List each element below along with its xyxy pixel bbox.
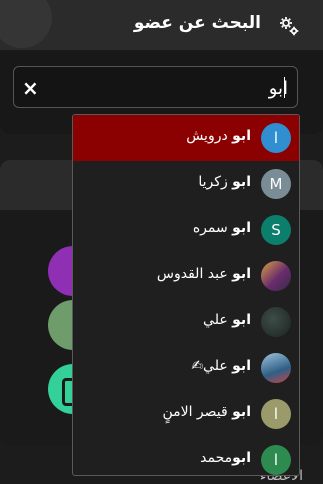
member-name: ابو قيصر الامنٍ <box>162 404 251 420</box>
member-search-box: × <box>13 66 298 109</box>
name-rest: زكريا <box>198 174 233 190</box>
member-name: ابومحمد <box>200 450 251 466</box>
avatar: M <box>261 169 291 199</box>
clear-search-button[interactable]: × <box>22 76 39 100</box>
panel-header: البحث عن عضو <box>0 0 323 50</box>
member-name: ابو علي✍ <box>191 358 251 374</box>
avatar: S <box>261 215 291 245</box>
list-item[interactable]: M ابو زكريا <box>73 161 299 207</box>
header-decor-circle <box>0 0 52 48</box>
name-match: ابو <box>232 220 251 236</box>
name-match: ابو <box>232 128 251 144</box>
list-item[interactable]: ابو علي✍ <box>73 345 299 391</box>
name-match: ابو <box>232 404 251 420</box>
name-rest: علي✍ <box>191 358 233 374</box>
list-item[interactable]: S ابو سمره <box>73 207 299 253</box>
list-item[interactable]: ا ابومحمد <box>73 437 299 475</box>
avatar: ا <box>261 399 291 429</box>
list-item[interactable]: ا ابو درويش <box>73 115 299 161</box>
member-name: ابو زكريا <box>198 174 251 190</box>
list-item[interactable]: ابو علي <box>73 299 299 345</box>
name-match: ابو <box>232 450 251 466</box>
member-name: ابو عبد القدوس <box>157 266 251 282</box>
member-name: ابو سمره <box>193 220 251 236</box>
name-rest: محمد <box>200 450 233 466</box>
text-caret <box>284 77 285 98</box>
name-match: ابو <box>232 312 251 328</box>
list-item[interactable]: ابو عبد القدوس <box>73 253 299 299</box>
avatar <box>261 307 291 337</box>
search-results-dropdown: ا ابو درويش M ابو زكريا S ابو سمره ابو ع… <box>72 114 300 476</box>
list-item[interactable]: ا ابو قيصر الامنٍ <box>73 391 299 437</box>
gear-icon[interactable] <box>277 14 301 38</box>
name-rest: عبد القدوس <box>156 266 233 282</box>
name-rest: درويش <box>186 128 233 144</box>
name-rest: قيصر الامنٍ <box>162 404 233 420</box>
name-match: ابو <box>232 358 251 374</box>
avatar <box>261 353 291 383</box>
search-input[interactable] <box>54 67 290 109</box>
avatar <box>261 261 291 291</box>
avatar: ا <box>261 123 291 153</box>
member-name: ابو درويش <box>186 128 251 144</box>
name-match: ابو <box>232 174 251 190</box>
name-match: ابو <box>232 266 251 282</box>
page-title: البحث عن عضو <box>133 13 261 33</box>
avatar: ا <box>261 445 291 475</box>
member-name: ابو علي <box>203 312 251 328</box>
name-rest: سمره <box>192 220 233 236</box>
name-rest: علي <box>203 312 233 328</box>
